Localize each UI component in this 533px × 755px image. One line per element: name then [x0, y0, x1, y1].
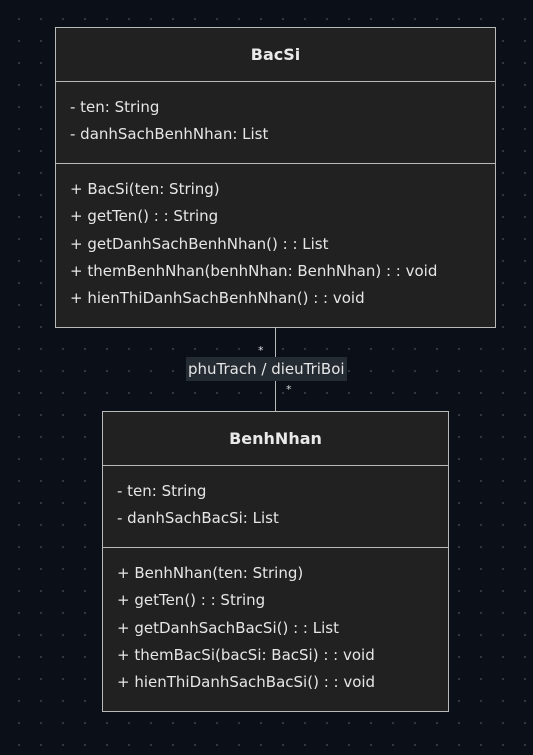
method: + BenhNhan(ten: String) — [117, 564, 304, 582]
class-benhnhan-methods: + BenhNhan(ten: String) + getTen() : : S… — [103, 548, 448, 700]
attribute: - ten: String — [117, 482, 207, 500]
attribute: - ten: String — [70, 98, 160, 116]
class-benhnhan[interactable]: BenhNhan - ten: String - danhSachBacSi: … — [102, 411, 449, 712]
multiplicity-source: * — [258, 344, 264, 357]
class-benhnhan-attributes: - ten: String - danhSachBacSi: List — [103, 466, 448, 548]
method: + BacSi(ten: String) — [70, 180, 220, 198]
method: + hienThiDanhSachBenhNhan() : : void — [70, 289, 365, 308]
class-bacsi[interactable]: BacSi - ten: String - danhSachBenhNhan: … — [55, 27, 496, 328]
association-label: phuTrach / dieuTriBoi — [186, 357, 347, 381]
method: + getTen() : : String — [70, 207, 219, 226]
class-bacsi-attributes: - ten: String - danhSachBenhNhan: List — [56, 82, 495, 164]
method: + hienThiDanhSachBacSi() : : void — [117, 673, 376, 692]
multiplicity-target: * — [286, 383, 292, 396]
attribute: - danhSachBacSi: List — [117, 509, 279, 528]
attribute: - danhSachBenhNhan: List — [70, 125, 269, 144]
method: + themBenhNhan(benhNhan: BenhNhan) : : v… — [70, 261, 438, 280]
class-benhnhan-name: BenhNhan — [103, 412, 448, 466]
method: + themBacSi(bacSi: BacSi) : : void — [117, 645, 375, 664]
class-bacsi-name: BacSi — [56, 28, 495, 82]
method: + getDanhSachBenhNhan() : : List — [70, 234, 329, 253]
method: + getDanhSachBacSi() : : List — [117, 618, 339, 637]
method: + getTen() : : String — [117, 591, 266, 610]
class-bacsi-methods: + BacSi(ten: String) + getTen() : : Stri… — [56, 164, 495, 316]
